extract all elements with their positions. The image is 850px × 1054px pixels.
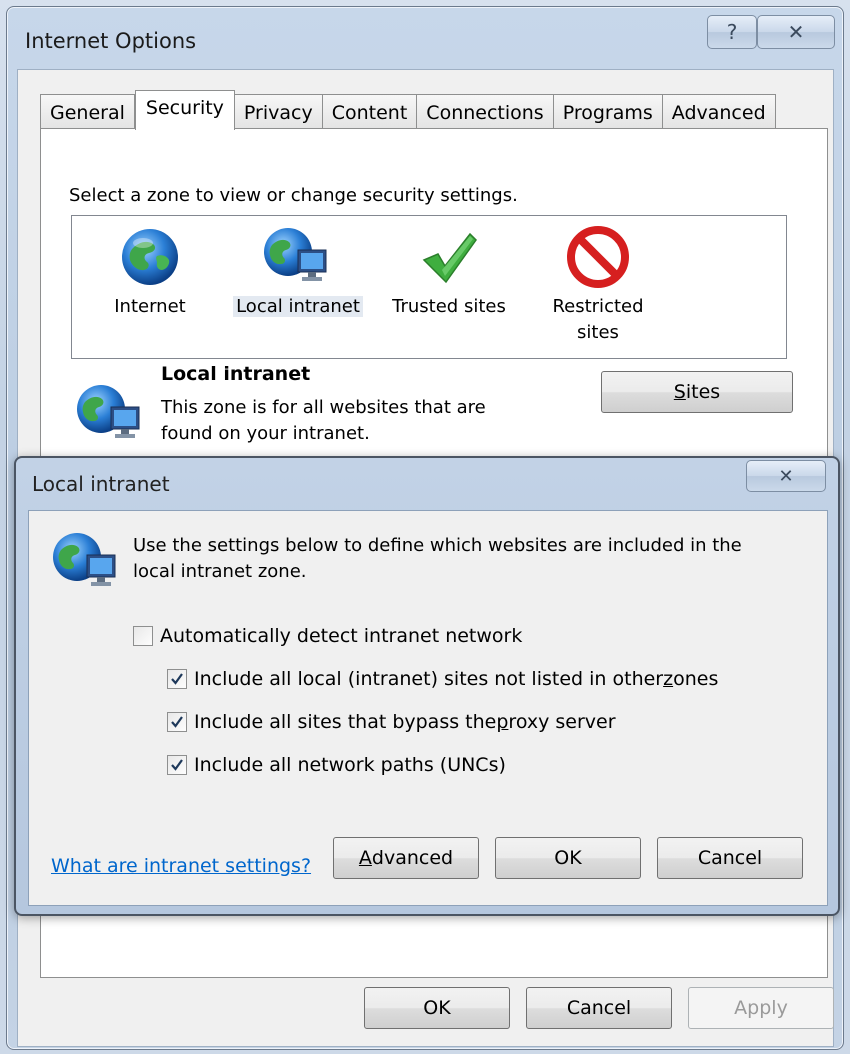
apply-button[interactable]: Apply bbox=[688, 987, 834, 1029]
zone-trusted-sites[interactable]: Trusted sites bbox=[384, 226, 514, 320]
include-bypass-proxy-checkbox-row[interactable]: Include all sites that bypass the p roxy … bbox=[167, 711, 616, 733]
intranet-icon bbox=[77, 385, 140, 438]
close-button[interactable]: ✕ bbox=[757, 15, 835, 49]
cancel-button[interactable]: Cancel bbox=[526, 987, 672, 1029]
zone-restricted-sites[interactable]: Restricted sites bbox=[538, 226, 658, 346]
intranet-icon bbox=[264, 228, 327, 281]
tab-general[interactable]: General bbox=[40, 94, 135, 130]
check-icon bbox=[171, 716, 183, 728]
window-title: Internet Options bbox=[25, 29, 197, 53]
dialog-close-button[interactable]: ✕ bbox=[746, 460, 826, 492]
dialog-title: Local intranet bbox=[32, 472, 170, 496]
advanced-button[interactable]: Advanced bbox=[333, 837, 479, 879]
close-icon: ✕ bbox=[778, 465, 794, 487]
ok-button[interactable]: OK bbox=[364, 987, 510, 1029]
tab-advanced[interactable]: Advanced bbox=[662, 94, 776, 130]
checkbox[interactable] bbox=[167, 669, 187, 689]
include-local-sites-checkbox-row[interactable]: Include all local (intranet) sites not l… bbox=[167, 668, 718, 690]
dialog-client: Use the settings below to define which w… bbox=[28, 510, 828, 906]
zone-label: Internet bbox=[114, 296, 186, 317]
prohibited-icon bbox=[567, 226, 629, 288]
dialog-description: Use the settings below to define which w… bbox=[133, 535, 742, 582]
sites-button[interactable]: Sites bbox=[601, 371, 793, 413]
zone-local-intranet[interactable]: Local intranet bbox=[228, 226, 368, 320]
check-icon bbox=[171, 673, 183, 685]
checkbox[interactable] bbox=[167, 712, 187, 732]
checkbox[interactable] bbox=[167, 755, 187, 775]
help-icon: ? bbox=[726, 20, 738, 44]
zone-label: Trusted sites bbox=[392, 296, 506, 317]
checkbox[interactable] bbox=[133, 626, 153, 646]
tab-connections[interactable]: Connections bbox=[417, 94, 554, 130]
close-icon: ✕ bbox=[787, 20, 805, 44]
auto-detect-checkbox-row[interactable]: Automatically detect intranet network bbox=[133, 625, 522, 647]
checkmark-icon bbox=[422, 232, 477, 284]
zone-label: Restricted sites bbox=[552, 296, 644, 343]
intranet-settings-help-link[interactable]: What are intranet settings? bbox=[51, 855, 311, 877]
zone-prompt: Select a zone to view or change security… bbox=[69, 185, 518, 206]
tab-strip: General Security Privacy Content Connect… bbox=[40, 90, 776, 130]
include-network-paths-checkbox-row[interactable]: Include all network paths (UNCs) bbox=[167, 754, 506, 776]
globe-icon bbox=[122, 229, 178, 285]
tab-programs[interactable]: Programs bbox=[553, 94, 663, 130]
zone-detail-description: This zone is for all websites that are f… bbox=[161, 397, 486, 444]
dialog-cancel-button[interactable]: Cancel bbox=[657, 837, 803, 879]
help-button[interactable]: ? bbox=[707, 15, 757, 49]
intranet-icon bbox=[53, 533, 116, 586]
tab-privacy[interactable]: Privacy bbox=[234, 94, 323, 130]
check-icon bbox=[171, 759, 183, 771]
tab-security[interactable]: Security bbox=[134, 90, 235, 130]
zone-detail-title: Local intranet bbox=[161, 363, 311, 385]
zone-internet[interactable]: Internet bbox=[100, 226, 200, 320]
zone-label: Local intranet bbox=[233, 296, 363, 317]
dialog-ok-button[interactable]: OK bbox=[495, 837, 641, 879]
tab-content[interactable]: Content bbox=[322, 94, 418, 130]
zone-list: Internet Local intranet Trusted sites Re… bbox=[71, 215, 787, 359]
local-intranet-dialog: Local intranet ✕ Use the settings below … bbox=[14, 456, 840, 916]
